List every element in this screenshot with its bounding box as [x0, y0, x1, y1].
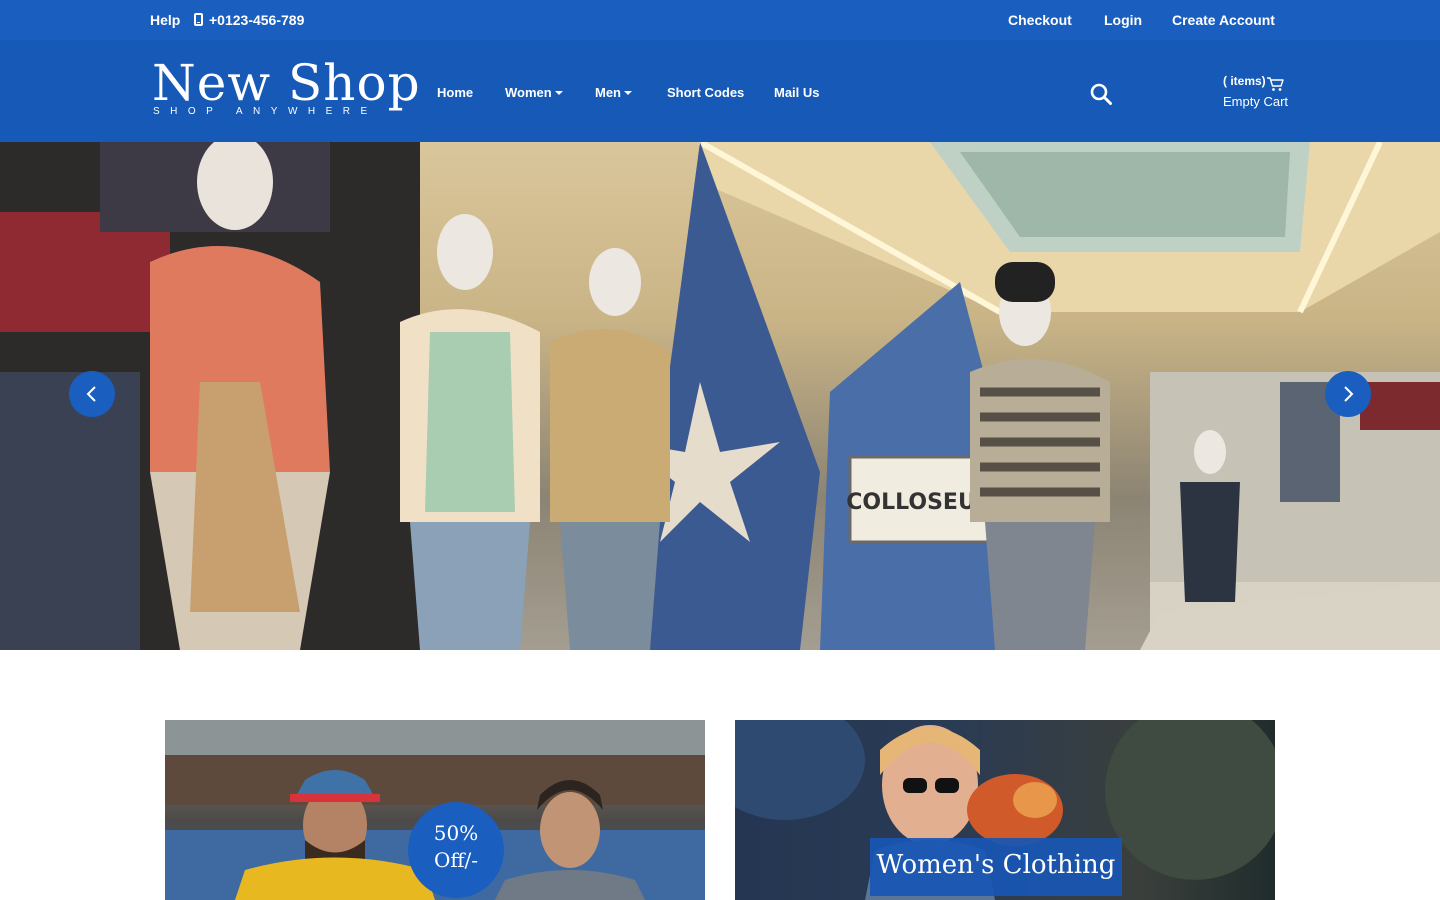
discount-badge: 50% Off/- — [408, 802, 504, 898]
hero-image: COLLOSEUM — [0, 142, 1440, 650]
site-header: New Shop SHOP ANYWHERE Home Women Men Sh… — [0, 40, 1440, 142]
login-link[interactable]: Login — [1104, 0, 1142, 40]
nav-home[interactable]: Home — [437, 80, 473, 106]
cart-widget[interactable]: ( items) Empty Cart — [1222, 74, 1312, 114]
chevron-left-icon — [86, 386, 96, 402]
checkout-link[interactable]: Checkout — [1008, 0, 1072, 40]
top-bar: Help +0123-456-789 Checkout Login Create… — [0, 0, 1440, 40]
logo-title: New Shop — [152, 54, 421, 112]
search-icon[interactable] — [1090, 83, 1112, 105]
discount-percent: 50% — [433, 821, 479, 845]
womens-clothing-label: Women's Clothing — [870, 838, 1122, 896]
nav-mail-us[interactable]: Mail Us — [774, 80, 820, 106]
nav-short-codes[interactable]: Short Codes — [667, 80, 744, 106]
cart-items-count: ( items) — [1223, 74, 1266, 88]
nav-men[interactable]: Men — [595, 80, 632, 106]
nav-women[interactable]: Women — [505, 80, 563, 106]
help-link[interactable]: Help — [150, 0, 180, 40]
cart-empty-label: Empty Cart — [1223, 94, 1289, 109]
chevron-right-icon — [1344, 386, 1354, 402]
discount-off: Off/- — [433, 848, 479, 872]
cart-icon — [1267, 77, 1284, 91]
caret-down-icon — [624, 91, 632, 95]
caret-down-icon — [554, 91, 563, 95]
hero-slider: COLLOSEUM — [0, 142, 1440, 650]
logo-tagline: SHOP ANYWHERE — [153, 106, 378, 117]
phone-icon — [194, 13, 203, 26]
slider-next-button[interactable] — [1325, 371, 1371, 417]
phone-contact: +0123-456-789 — [194, 0, 304, 40]
nav-women-label: Women — [505, 85, 552, 100]
phone-number: +0123-456-789 — [209, 12, 305, 28]
nav-men-label: Men — [595, 85, 621, 100]
mens-promo-banner[interactable]: 50% Off/- — [165, 720, 705, 900]
womens-clothing-text: Women's Clothing — [876, 850, 1116, 880]
slider-prev-button[interactable] — [69, 371, 115, 417]
womens-clothing-banner[interactable]: Women's Clothing — [735, 720, 1275, 900]
site-logo[interactable]: New Shop SHOP ANYWHERE — [152, 54, 420, 124]
create-account-link[interactable]: Create Account — [1172, 0, 1275, 40]
